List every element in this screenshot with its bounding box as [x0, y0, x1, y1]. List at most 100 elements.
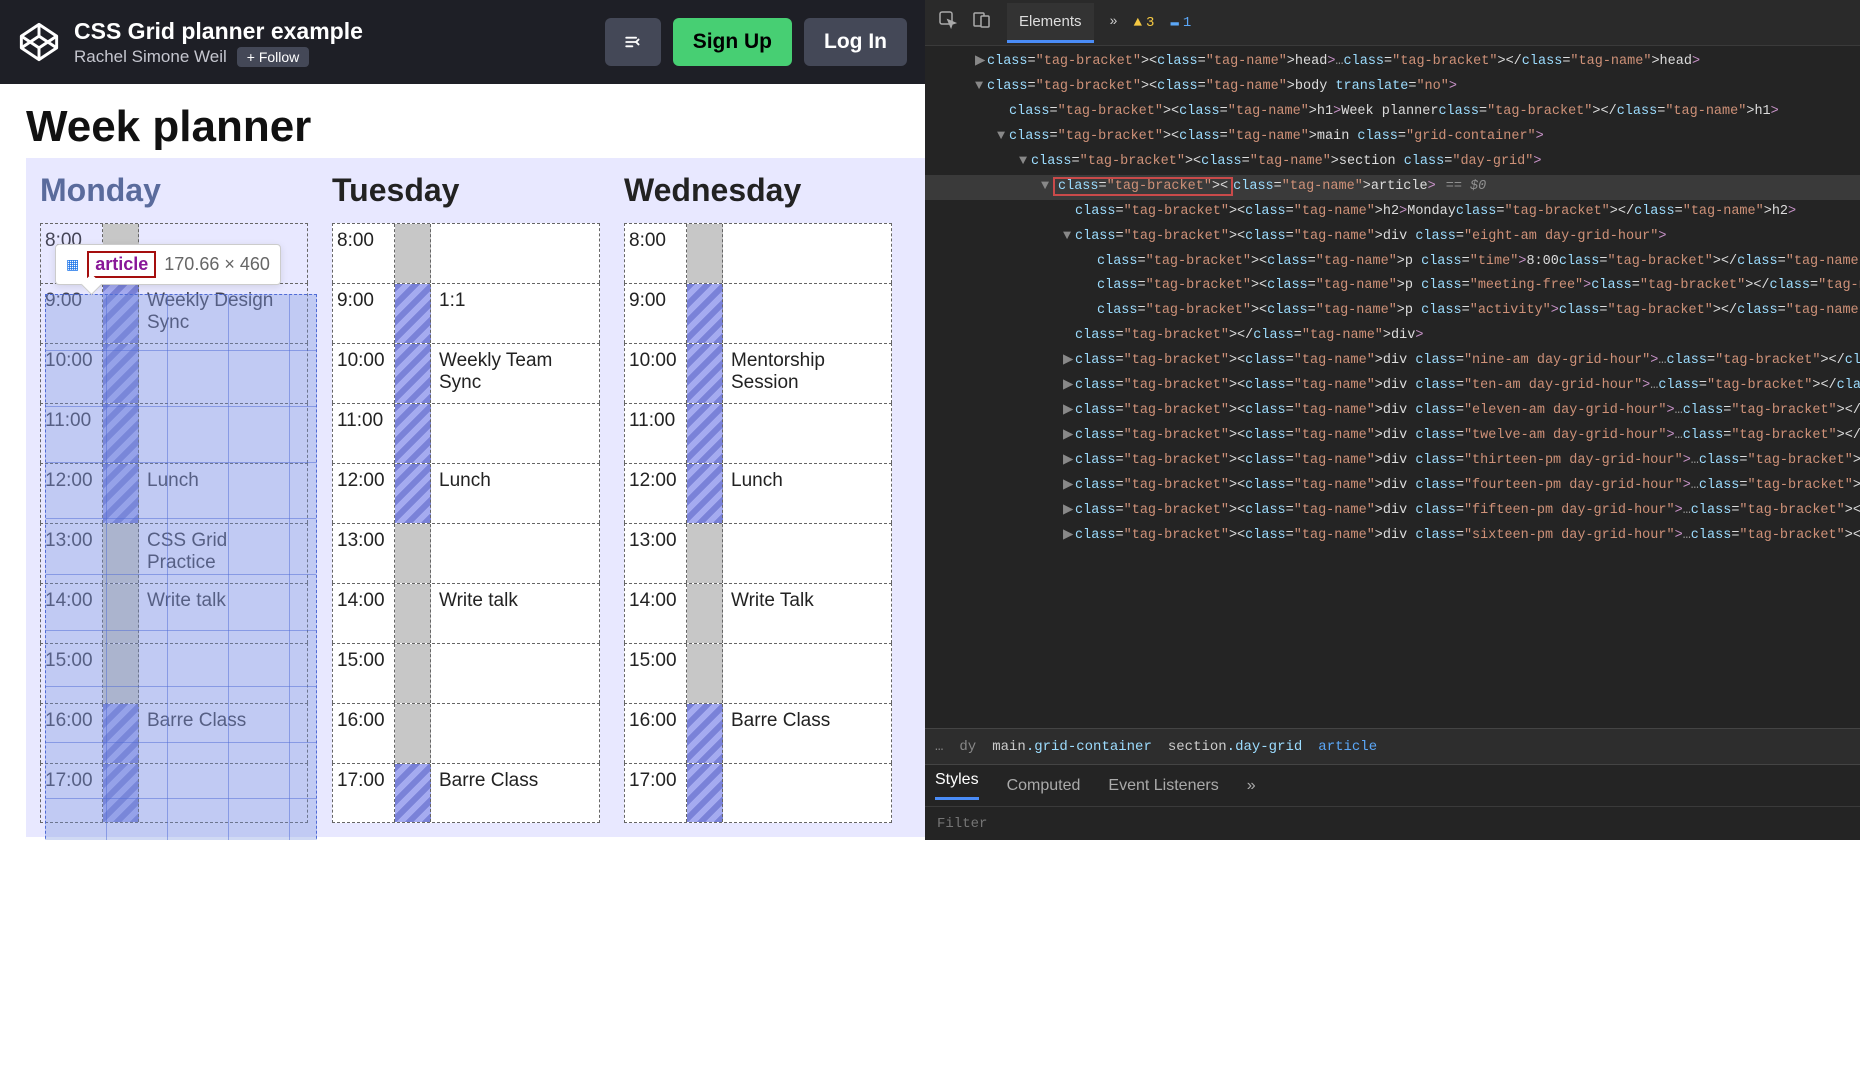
hour-row: 11:00 — [332, 403, 600, 463]
meeting-indicator — [687, 404, 723, 463]
breadcrumb-item-active[interactable]: article — [1318, 739, 1377, 755]
meeting-indicator — [395, 284, 431, 343]
hour-row: 15:00 — [332, 643, 600, 703]
hour-activity: Write talk — [431, 584, 599, 643]
tab-event-listeners[interactable]: Event Listeners — [1108, 777, 1218, 795]
hour-time: 17:00 — [333, 764, 395, 822]
hour-row: 12:00 Lunch — [624, 463, 892, 523]
hour-time: 14:00 — [333, 584, 395, 643]
hour-time: 13:00 — [625, 524, 687, 583]
meeting-indicator — [103, 704, 139, 763]
hour-time: 17:00 — [41, 764, 103, 822]
tab-styles[interactable]: Styles — [935, 771, 979, 800]
dom-node[interactable]: ▼class="tag-bracket"><class="tag-name">d… — [925, 225, 1860, 250]
hour-row: 17:00 — [40, 763, 308, 823]
hour-activity — [431, 404, 599, 463]
hour-activity — [431, 224, 599, 283]
breadcrumb-item[interactable]: dy — [959, 739, 976, 755]
dom-node[interactable]: class="tag-bracket"></class="tag-name">d… — [925, 324, 1860, 349]
styles-filter-bar: :hov .cls ＋ — [925, 806, 1860, 840]
meeting-indicator — [103, 404, 139, 463]
tooltip-tag: article — [87, 251, 156, 278]
hour-time: 9:00 — [333, 284, 395, 343]
hour-time: 15:00 — [333, 644, 395, 703]
login-button[interactable]: Log In — [804, 18, 907, 66]
hour-activity: Lunch — [723, 464, 891, 523]
hour-time: 16:00 — [41, 704, 103, 763]
hour-row: 10:00Weekly Team Sync — [332, 343, 600, 403]
meeting-indicator — [687, 584, 723, 643]
tab-computed[interactable]: Computed — [1007, 777, 1081, 795]
dom-node[interactable]: ▼class="tag-bracket"><class="tag-name">b… — [925, 75, 1860, 100]
dom-node[interactable]: class="tag-bracket"><class="tag-name">h1… — [925, 100, 1860, 125]
meeting-indicator — [103, 764, 139, 822]
hour-time: 12:00 — [625, 464, 687, 523]
dom-breadcrumb[interactable]: … dy main.grid-container section.day-gri… — [925, 728, 1860, 764]
follow-button[interactable]: + Follow — [237, 47, 310, 67]
meeting-indicator — [103, 524, 139, 583]
meeting-indicator — [395, 644, 431, 703]
hour-activity — [723, 404, 891, 463]
tab-elements[interactable]: Elements — [1007, 3, 1094, 43]
dom-node[interactable]: ▶class="tag-bracket"><class="tag-name">d… — [925, 499, 1860, 524]
hour-time: 10:00 — [333, 344, 395, 403]
styles-tabbar: Styles Computed Event Listeners » — [925, 764, 1860, 806]
hour-activity: Lunch — [431, 464, 599, 523]
hour-activity — [723, 284, 891, 343]
dom-node[interactable]: ▼class="tag-bracket"><class="tag-name">m… — [925, 125, 1860, 150]
hour-time: 8:00 — [625, 224, 687, 283]
hour-activity: Write talk — [139, 584, 307, 643]
meeting-indicator — [103, 644, 139, 703]
meeting-indicator — [687, 284, 723, 343]
hour-activity — [139, 344, 307, 403]
hour-activity: Barre Class — [431, 764, 599, 822]
codepen-logo-icon — [18, 21, 60, 63]
dom-node[interactable]: ▶class="tag-bracket"><class="tag-name">d… — [925, 374, 1860, 399]
dom-node[interactable]: ▶class="tag-bracket"><class="tag-name">h… — [925, 50, 1860, 75]
breadcrumb-item[interactable]: section.day-grid — [1168, 739, 1302, 755]
hour-time: 17:00 — [625, 764, 687, 822]
more-tabs-icon[interactable]: » — [1110, 15, 1118, 30]
warnings-badge[interactable]: ▲ 3 — [1134, 15, 1155, 31]
dom-node[interactable]: class="tag-bracket"><class="tag-name">p … — [925, 299, 1860, 324]
dom-node[interactable]: ▶class="tag-bracket"><class="tag-name">d… — [925, 424, 1860, 449]
dom-tree[interactable]: ▶class="tag-bracket"><class="tag-name">h… — [925, 46, 1860, 728]
dom-node[interactable]: ▶class="tag-bracket"><class="tag-name">d… — [925, 474, 1860, 499]
styles-filter-input[interactable] — [937, 816, 1114, 832]
dom-node[interactable]: ▶class="tag-bracket"><class="tag-name">d… — [925, 399, 1860, 424]
hour-row: 9:00Weekly Design Sync — [40, 283, 308, 343]
hour-activity: Write Talk — [723, 584, 891, 643]
info-badge[interactable]: ▬ 1 — [1170, 15, 1191, 31]
breadcrumb-item[interactable]: main.grid-container — [992, 739, 1152, 755]
hour-activity: Barre Class — [723, 704, 891, 763]
meeting-indicator — [687, 464, 723, 523]
meeting-indicator — [687, 524, 723, 583]
signup-button[interactable]: Sign Up — [673, 18, 792, 66]
result-pane: Week planner ▦ article 170.66 × 460 Mond… — [0, 84, 925, 840]
dom-node[interactable]: ▶class="tag-bracket"><class="tag-name">d… — [925, 524, 1860, 549]
device-toggle-icon[interactable] — [973, 11, 991, 34]
hour-time: 12:00 — [41, 464, 103, 523]
hour-row: 9:00 — [624, 283, 892, 343]
dom-node[interactable]: class="tag-bracket"><class="tag-name">h2… — [925, 200, 1860, 225]
planner-heading: Week planner — [26, 102, 899, 152]
dom-node[interactable]: ▼class="tag-bracket"><class="tag-name">s… — [925, 150, 1860, 175]
inspect-element-icon[interactable] — [939, 11, 957, 34]
dom-node[interactable]: class="tag-bracket"><class="tag-name">p … — [925, 250, 1860, 275]
hour-row: 8:00 — [332, 223, 600, 283]
more-styles-tabs-icon[interactable]: » — [1247, 777, 1256, 795]
hour-time: 9:00 — [625, 284, 687, 343]
view-switcher-button[interactable] — [605, 18, 661, 66]
hour-activity — [139, 404, 307, 463]
hour-activity: Barre Class — [139, 704, 307, 763]
dom-node[interactable]: ▶class="tag-bracket"><class="tag-name">d… — [925, 449, 1860, 474]
dom-node[interactable]: ▼class="tag-bracket"><class="tag-name">a… — [925, 175, 1860, 200]
hour-activity — [723, 764, 891, 822]
dom-node[interactable]: ▶class="tag-bracket"><class="tag-name">d… — [925, 349, 1860, 374]
dom-node[interactable]: class="tag-bracket"><class="tag-name">p … — [925, 274, 1860, 299]
hour-row: 17:00 — [624, 763, 892, 823]
hour-time: 10:00 — [625, 344, 687, 403]
hour-activity: Weekly Design Sync — [139, 284, 307, 343]
hour-row: 17:00 Barre Class — [332, 763, 600, 823]
pen-author[interactable]: Rachel Simone Weil — [74, 47, 227, 67]
